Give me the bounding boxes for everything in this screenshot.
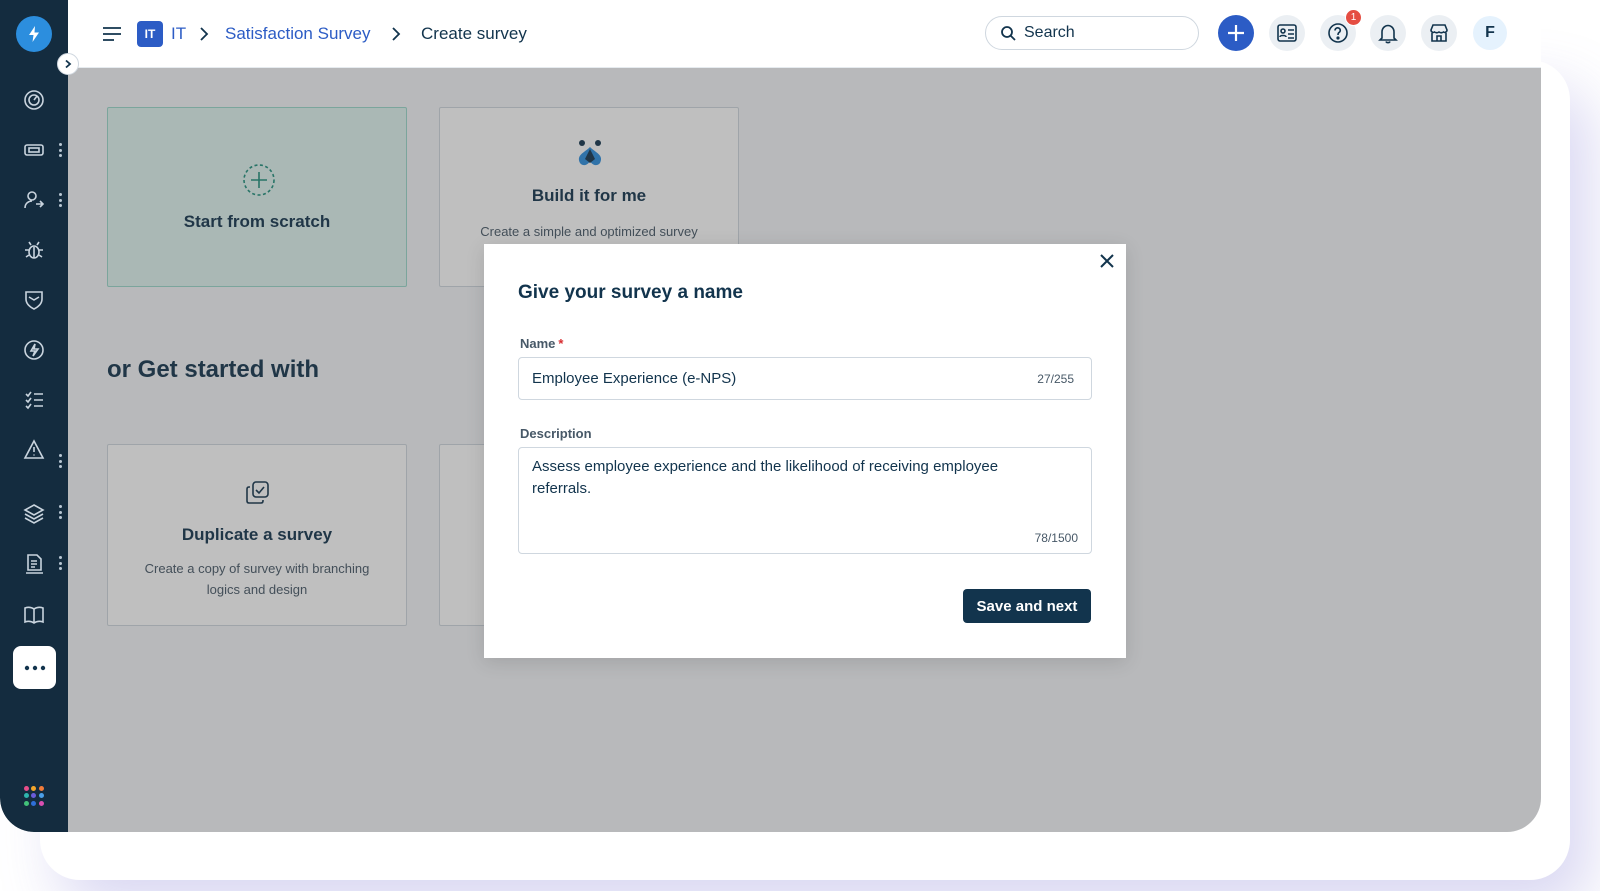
new-item-button[interactable]: [1218, 15, 1254, 51]
reports-more-icon[interactable]: [57, 556, 63, 570]
help-notification-badge: 1: [1345, 9, 1362, 26]
sidebar-expand-button[interactable]: [57, 53, 79, 75]
name-label: Name *: [520, 336, 563, 351]
description-textarea[interactable]: Assess employee experience and the likel…: [532, 456, 1032, 516]
help-button[interactable]: 1: [1320, 9, 1362, 51]
knowledge-icon[interactable]: [20, 601, 48, 629]
tickets-icon[interactable]: [20, 136, 48, 164]
assets-icon[interactable]: [20, 500, 48, 528]
name-input[interactable]: [532, 368, 1002, 390]
modal-title: Give your survey a name: [518, 282, 743, 303]
name-label-text: Name: [520, 336, 556, 351]
save-and-next-button[interactable]: Save and next: [963, 589, 1091, 623]
description-field[interactable]: Assess employee experience and the likel…: [518, 447, 1092, 554]
bell-icon: [1378, 24, 1398, 44]
name-char-counter: 27/255: [1037, 372, 1074, 386]
name-survey-modal: Give your survey a name Name* 27/255 Des…: [484, 244, 1126, 658]
name-field[interactable]: 27/255: [518, 357, 1092, 400]
contacts-icon[interactable]: [20, 186, 48, 214]
alerts-more-icon[interactable]: [57, 454, 63, 468]
app-switcher-icon[interactable]: [24, 786, 44, 806]
breadcrumb-survey[interactable]: Satisfaction Survey: [225, 22, 371, 46]
notifications-button[interactable]: [1370, 15, 1406, 51]
reports-icon[interactable]: [20, 550, 48, 578]
store-icon: [1430, 24, 1448, 42]
search-box[interactable]: [985, 16, 1199, 50]
assets-more-icon[interactable]: [57, 505, 63, 519]
problems-icon[interactable]: [20, 236, 48, 264]
plus-icon: [1228, 25, 1244, 41]
close-icon[interactable]: [1098, 252, 1116, 270]
marketplace-button[interactable]: [1421, 15, 1457, 51]
catalog-icon: [1277, 24, 1297, 42]
tasks-icon[interactable]: [20, 386, 48, 414]
description-label: Description: [520, 426, 592, 441]
tickets-more-icon[interactable]: [57, 143, 63, 157]
user-avatar[interactable]: F: [1473, 16, 1507, 50]
contacts-more-icon[interactable]: [57, 193, 63, 207]
alerts-icon[interactable]: [20, 436, 48, 464]
more-modules-button[interactable]: [13, 646, 56, 689]
releases-icon[interactable]: [20, 336, 48, 364]
changes-icon[interactable]: [20, 286, 48, 314]
search-icon: [1001, 26, 1016, 41]
service-catalog-button[interactable]: [1269, 15, 1305, 51]
chevron-right-icon: [200, 27, 209, 41]
workspace-badge: IT: [137, 21, 163, 47]
sidebar: [0, 0, 68, 832]
help-icon: [1328, 23, 1348, 43]
freshservice-logo-icon[interactable]: [16, 16, 52, 52]
menu-icon[interactable]: [102, 25, 122, 43]
chevron-right-icon: [392, 27, 401, 41]
top-header: IT IT Satisfaction Survey Create survey …: [68, 0, 1541, 68]
required-marker: *: [558, 336, 564, 351]
breadcrumb-current: Create survey: [421, 24, 527, 43]
description-char-counter: 78/1500: [1034, 531, 1078, 545]
app-window: IT IT Satisfaction Survey Create survey …: [0, 0, 1541, 832]
breadcrumb-workspace[interactable]: IT: [171, 22, 186, 46]
dashboard-icon[interactable]: [20, 86, 48, 114]
search-input[interactable]: [1024, 24, 1174, 42]
